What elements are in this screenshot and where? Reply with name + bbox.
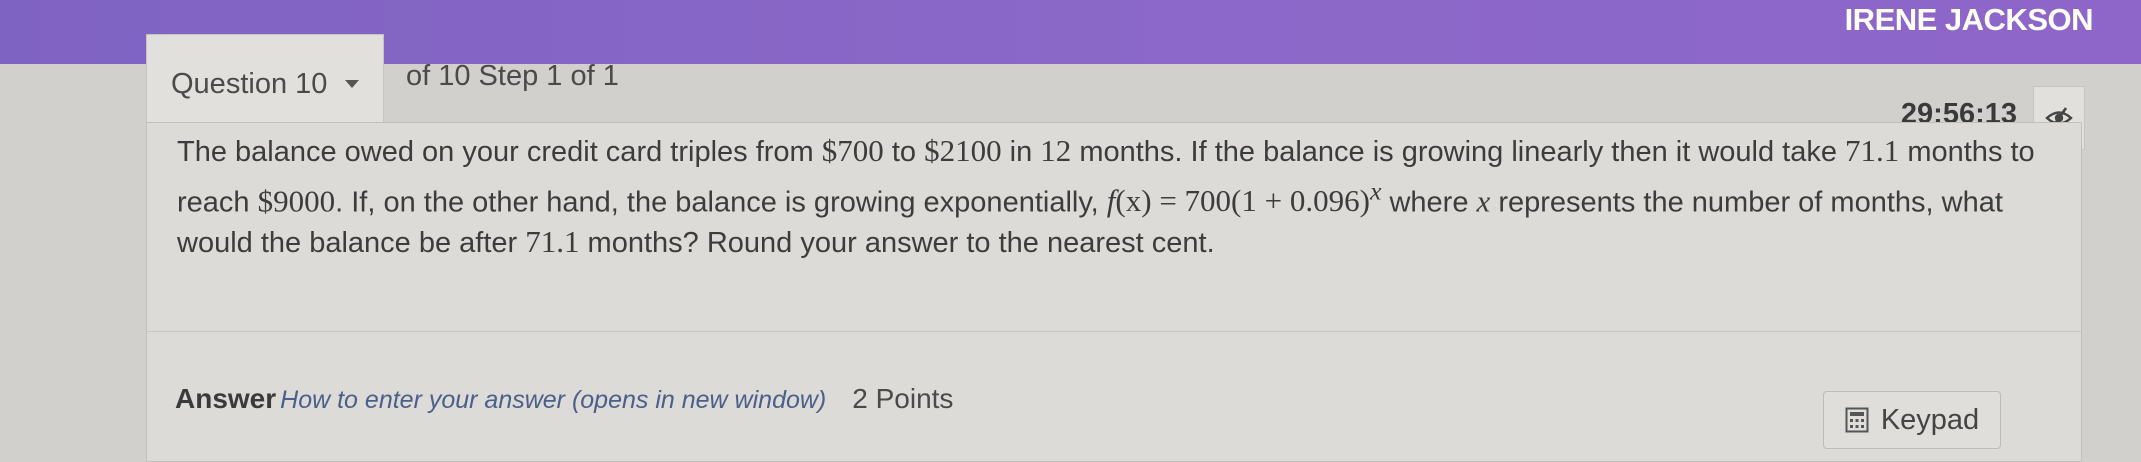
math-function: f(x) = 700(1 + 0.096)x — [1106, 177, 1382, 219]
math-initial-balance: $700 — [821, 133, 884, 168]
keypad-label: Keypad — [1880, 403, 1980, 436]
answer-help-link[interactable]: How to enter your answer (opens in new w… — [280, 386, 826, 415]
math-target-balance: $9000 — [257, 183, 336, 219]
calculator-icon — [1845, 407, 1869, 433]
keypad-button[interactable]: Keypad — [1823, 391, 2001, 449]
answer-row: Answer How to enter your answer (opens i… — [175, 383, 953, 415]
question-card: The balance owed on your credit card tri… — [146, 122, 2082, 462]
chevron-down-icon — [345, 80, 360, 88]
step-info: of 10 Step 1 of 1 — [406, 60, 619, 92]
answer-label: Answer — [175, 383, 277, 414]
question-text: The balance owed on your credit card tri… — [177, 133, 2035, 260]
math-variable: x — [1476, 183, 1491, 219]
answer-points: 2 Points — [852, 383, 954, 414]
math-exp-months: 71.1 — [525, 224, 580, 260]
divider — [147, 331, 2081, 332]
math-months: 12 — [1040, 133, 1072, 168]
user-name[interactable]: IRENE JACKSON — [1845, 2, 2094, 38]
question-dropdown-label: Question 10 — [171, 67, 328, 100]
math-tripled-balance: $2100 — [924, 133, 1002, 168]
math-linear-months: 71.1 — [1845, 133, 1900, 168]
question-dropdown[interactable]: Question 10 — [146, 34, 384, 134]
